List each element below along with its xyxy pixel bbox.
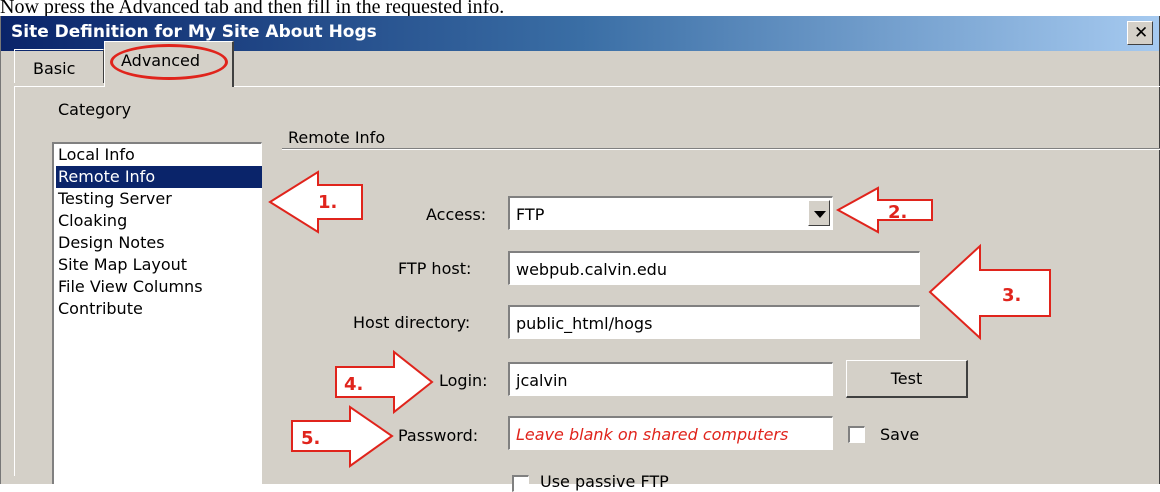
callout-arrow-1 xyxy=(268,170,363,234)
callout-number-2: 2. xyxy=(888,202,907,223)
callout-arrow-2 xyxy=(835,186,933,234)
callout-number-4: 4. xyxy=(344,374,363,395)
callout-arrow-3 xyxy=(928,243,1051,341)
advanced-tab-highlight-oval xyxy=(110,44,228,80)
callout-number-3: 3. xyxy=(1002,285,1021,306)
callout-number-5: 5. xyxy=(301,428,320,449)
callout-number-1: 1. xyxy=(318,192,337,213)
